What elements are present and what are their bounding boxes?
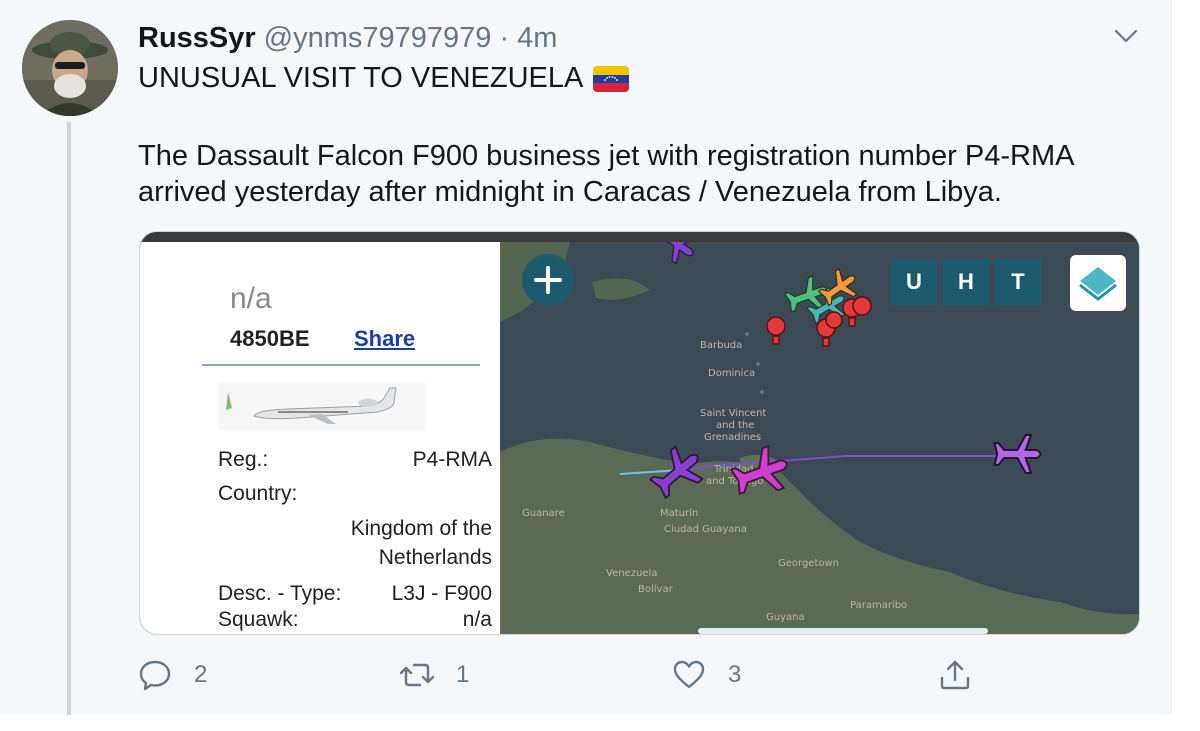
country-label: Country: [218,482,298,505]
page-right-margin [1173,0,1200,731]
tweet-body-line-2: arrived yesterday after midnight in Cara… [138,176,1002,208]
card-top-bar [140,232,1139,242]
venezuela-flag-icon [593,65,630,92]
headline-text: UNUSUAL VISIT TO VENEZUELA [138,62,584,94]
map-label-guyana: Guyana [766,612,805,623]
reply-icon [139,660,171,691]
layers-icon [1079,267,1117,301]
reg-value: P4-RMA [412,448,492,471]
zoom-in-button[interactable] [522,254,574,306]
layers-button[interactable] [1070,255,1126,311]
reply-count: 2 [194,661,208,688]
map-label-dominica: Dominica [708,368,756,379]
retweet-count: 1 [456,661,470,688]
tweet-body-line-1: The Dassault Falcon F900 business jet wi… [138,140,1075,172]
map-button-t[interactable]: T [995,259,1041,305]
hex-code: 4850BE [230,326,310,351]
separator: · [499,22,510,54]
reply-button[interactable]: 2 [138,650,207,700]
avatar-image [22,20,118,116]
callsign: n/a [230,282,272,315]
map-label-maturin: Maturín [660,508,699,519]
share-button[interactable] [938,650,972,700]
retweet-icon [400,663,434,687]
squawk-label: Squawk: [218,608,299,631]
country-value-line-2: Netherlands [378,546,492,569]
heart-icon [673,660,705,689]
tweet-header: RussSyr @ynms79797979 · 4m [138,22,557,56]
chevron-down-icon[interactable] [1112,24,1140,48]
type-label: Desc. - Type: [218,582,342,605]
map-label-venezuela: Venezuela [606,568,658,579]
map-scrollbar[interactable] [698,628,988,634]
avatar[interactable] [22,20,118,116]
thread-line [67,122,71,722]
country-value-line-1: Kingdom of the [350,517,492,540]
media-card[interactable]: n/a 4850BE Share Reg.: P4-RMA Country: K… [139,231,1140,635]
map-label-and-the: and the [716,420,755,431]
map-button-u[interactable]: U [891,259,937,305]
map-background [500,242,1139,634]
type-value: L3J - F900 [391,582,492,605]
map-label-ciudad-guayana: Ciudad Guayana [664,524,747,535]
page-bottom-margin [0,715,1200,731]
map-label-and-tobago: and Tobago [706,476,764,487]
map-label-paramaribo: Paramaribo [850,600,908,611]
plus-icon [534,266,562,294]
flight-map[interactable]: U H T Barbuda Dominica Saint Vincent and… [500,242,1139,634]
like-count: 3 [728,661,742,688]
map-label-georgetown: Georgetown [778,558,840,569]
timestamp[interactable]: 4m [517,22,557,55]
map-label-guanare: Guanare [522,508,565,519]
retweet-button[interactable]: 1 [400,650,469,700]
squawk-value: n/a [462,608,492,631]
share-link[interactable]: Share [354,326,415,352]
aircraft-info-panel: n/a 4850BE Share Reg.: P4-RMA Country: K… [140,242,500,634]
author-handle[interactable]: @ynms79797979 [264,22,492,55]
aircraft-thumbnail [218,382,426,430]
map-label-bolivar: Bolívar [638,584,673,595]
map-label-trinidad: Trinidad [714,464,754,475]
map-button-h[interactable]: H [943,259,989,305]
map-label-grenadines: Grenadines [704,432,762,443]
tweet[interactable]: RussSyr @ynms79797979 · 4m UNUSUAL VISIT… [0,0,1172,722]
tweet-actions: 2 1 3 [138,650,998,700]
share-icon [940,660,970,690]
panel-divider [202,364,480,366]
author-name[interactable]: RussSyr [138,22,256,55]
tweet-headline: UNUSUAL VISIT TO VENEZUELA [138,62,630,95]
map-label-barbuda: Barbuda [700,340,743,351]
reg-label: Reg.: [218,448,269,471]
map-label-saint-vincent: Saint Vincent [700,408,767,419]
like-button[interactable]: 3 [672,650,741,700]
